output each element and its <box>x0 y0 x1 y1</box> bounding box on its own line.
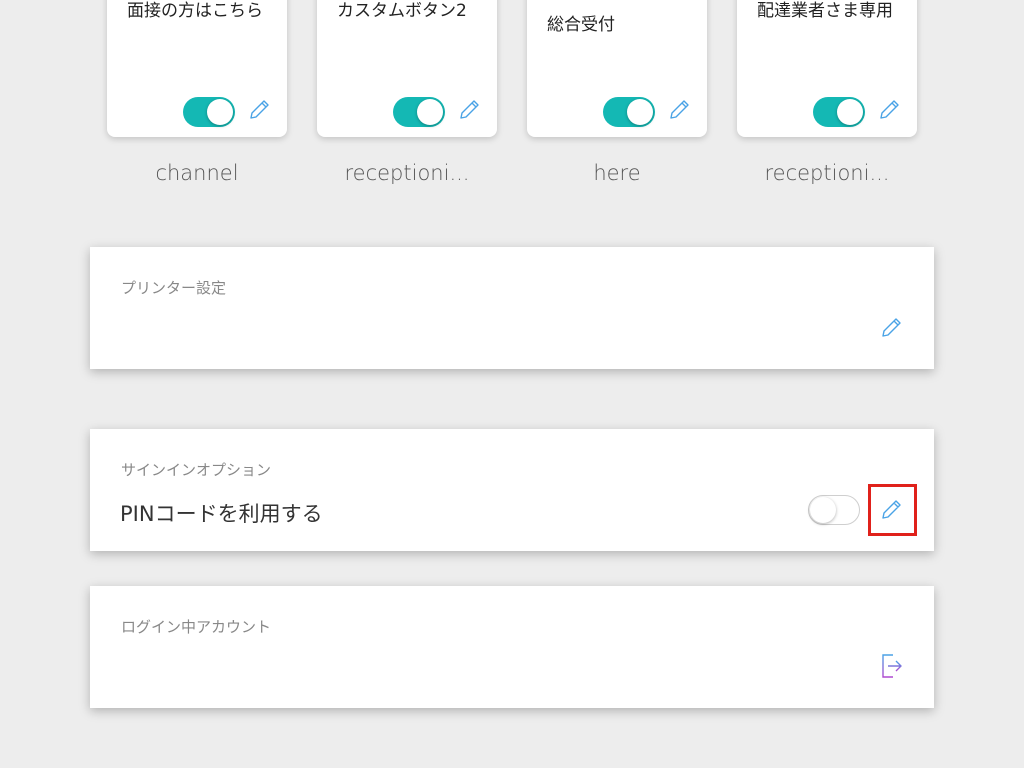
button-card-3[interactable]: 総合受付 <box>527 0 707 137</box>
button-card-toggle[interactable] <box>183 97 235 127</box>
button-card-label: 面接の方はこちら <box>127 1 263 21</box>
button-card-2[interactable]: カスタムボタン2 <box>317 0 497 137</box>
logout-icon[interactable] <box>879 652 905 680</box>
button-card-label: カスタムボタン2 <box>337 1 467 21</box>
toggle-knob <box>417 99 443 125</box>
button-card-channel: receptioni... <box>764 161 890 185</box>
button-card-1[interactable]: 面接の方はこちら <box>107 0 287 137</box>
pencil-icon[interactable] <box>665 96 693 124</box>
pencil-icon[interactable] <box>877 496 905 524</box>
button-card-channel: here <box>593 161 641 185</box>
logged-in-account-section: ログイン中アカウント <box>90 586 934 708</box>
pencil-icon[interactable] <box>455 96 483 124</box>
pencil-icon[interactable] <box>875 96 903 124</box>
button-card-toggle[interactable] <box>603 97 655 127</box>
button-card-channel: channel <box>155 161 239 185</box>
button-card-toggle[interactable] <box>813 97 865 127</box>
toggle-knob <box>810 497 836 523</box>
button-card-label: 総合受付 <box>547 15 615 35</box>
signin-options-section: サインインオプション PINコードを利用する <box>90 429 934 551</box>
pin-code-toggle[interactable] <box>808 495 860 525</box>
signin-options-title: サインインオプション <box>121 461 272 479</box>
toggle-knob <box>837 99 863 125</box>
printer-settings-section: プリンター設定 <box>90 247 934 369</box>
button-card-label: 配達業者さま専用 <box>757 1 893 21</box>
pencil-icon[interactable] <box>245 96 273 124</box>
printer-settings-title: プリンター設定 <box>121 279 227 297</box>
pin-code-label: PINコードを利用する <box>120 502 323 526</box>
button-card-channel: receptioni... <box>344 161 470 185</box>
button-card-4[interactable]: 配達業者さま専用 <box>737 0 917 137</box>
button-card-toggle[interactable] <box>393 97 445 127</box>
toggle-knob <box>627 99 653 125</box>
logged-in-account-title: ログイン中アカウント <box>121 618 272 636</box>
toggle-knob <box>207 99 233 125</box>
pencil-icon[interactable] <box>877 314 905 342</box>
